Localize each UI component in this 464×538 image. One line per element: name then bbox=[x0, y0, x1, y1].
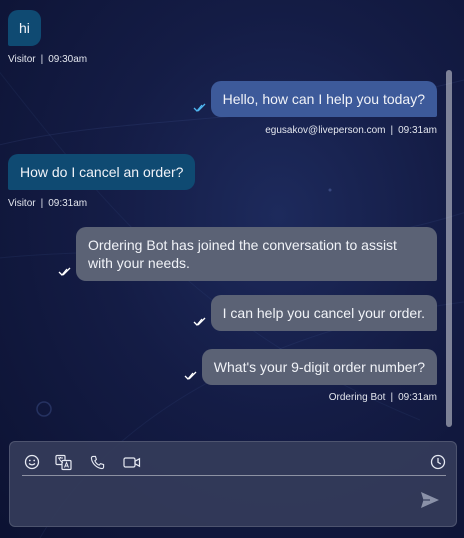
delivered-check-icon bbox=[58, 267, 71, 276]
video-call-button[interactable] bbox=[122, 453, 142, 471]
schedule-button[interactable] bbox=[429, 453, 447, 471]
read-check-icon bbox=[193, 103, 206, 112]
scrollbar-track[interactable] bbox=[446, 70, 452, 427]
delivered-check-icon bbox=[193, 317, 206, 326]
call-button[interactable] bbox=[88, 453, 106, 471]
visitor-bubble: How do I cancel an order? bbox=[8, 154, 196, 190]
agent-bubble: Hello, how can I help you today? bbox=[210, 81, 437, 117]
message-author: Ordering Bot bbox=[328, 392, 386, 403]
bot-bubble: What's your 9-digit order number? bbox=[201, 349, 437, 385]
message-bot-2: I can help you cancel your order. bbox=[193, 295, 437, 331]
message-bot-1: Ordering Bot has joined the conversation… bbox=[58, 227, 437, 281]
meta-separator: | bbox=[390, 392, 394, 403]
emoji-button[interactable] bbox=[23, 453, 41, 471]
visitor-bubble: hi bbox=[8, 10, 41, 46]
message-agent-1: Hello, how can I help you today? bbox=[193, 81, 437, 117]
bot-bubble: Ordering Bot has joined the conversation… bbox=[76, 227, 437, 281]
message-time: 09:31am bbox=[398, 392, 437, 403]
message-author: Visitor bbox=[8, 198, 36, 209]
message-time: 09:31am bbox=[48, 198, 88, 209]
message-author: Visitor bbox=[8, 54, 36, 65]
message-author: egusakov@liveperson.com bbox=[265, 125, 386, 136]
send-icon bbox=[421, 492, 439, 508]
message-visitor-1: hi bbox=[8, 10, 41, 46]
message-composer bbox=[9, 441, 457, 527]
message-visitor-2: How do I cancel an order? bbox=[8, 154, 196, 190]
message-meta: Visitor | 09:31am bbox=[8, 198, 87, 209]
message-meta: egusakov@liveperson.com | 09:31am bbox=[265, 125, 437, 136]
bot-bubble: I can help you cancel your order. bbox=[210, 295, 437, 331]
chat-window: hi Visitor | 09:30am Hello, how can I help… bbox=[0, 0, 464, 538]
meta-separator: | bbox=[40, 54, 44, 65]
message-meta: Ordering Bot | 09:31am bbox=[329, 392, 437, 403]
phone-icon bbox=[90, 455, 104, 469]
clock-icon bbox=[430, 454, 446, 470]
message-input[interactable] bbox=[22, 482, 416, 522]
message-time: 09:30am bbox=[48, 54, 88, 65]
message-meta: Visitor | 09:30am bbox=[8, 54, 87, 65]
smiley-icon bbox=[24, 454, 40, 470]
message-bot-3: What's your 9-digit order number? bbox=[184, 349, 437, 385]
send-button[interactable] bbox=[419, 490, 441, 510]
delivered-check-icon bbox=[184, 371, 197, 380]
message-time: 09:31am bbox=[398, 125, 437, 136]
composer-divider bbox=[22, 475, 446, 476]
translate-icon bbox=[54, 454, 72, 470]
video-icon bbox=[123, 456, 141, 468]
translate-button[interactable] bbox=[54, 453, 72, 471]
meta-separator: | bbox=[40, 198, 44, 209]
meta-separator: | bbox=[390, 125, 394, 136]
scrollbar-thumb[interactable] bbox=[446, 70, 452, 427]
